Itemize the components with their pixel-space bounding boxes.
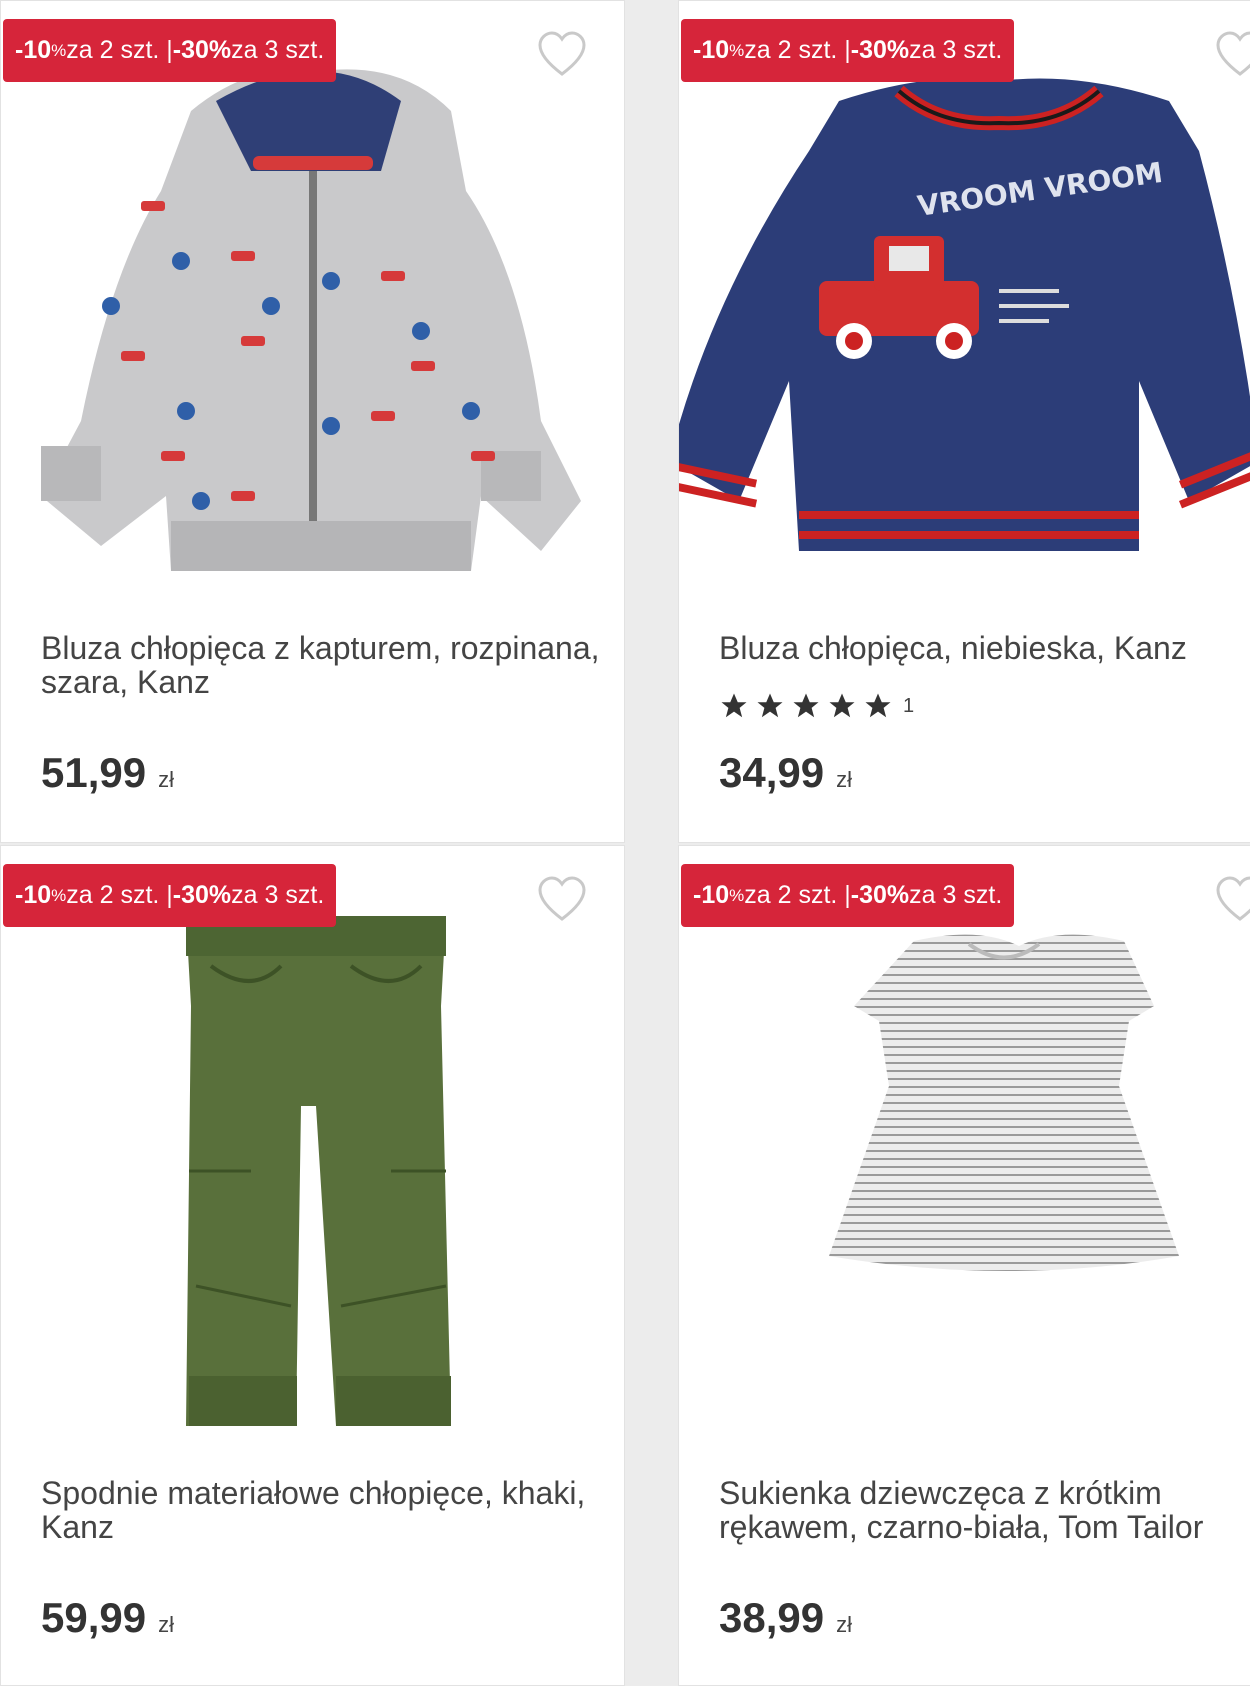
rating-count: 1 bbox=[903, 694, 915, 717]
heart-outline-icon[interactable] bbox=[1214, 29, 1250, 79]
star-icon bbox=[829, 693, 855, 718]
product-price: 38,99 zł bbox=[719, 1594, 852, 1641]
product-card[interactable]: -10% za 2 szt. | -30% za 3 szt. bbox=[0, 0, 625, 843]
star-icon bbox=[793, 693, 819, 718]
product-grid: -10% za 2 szt. | -30% za 3 szt. Bluza ch… bbox=[0, 0, 1250, 1686]
promo-badge: -10% za 2 szt. | -30% za 3 szt. bbox=[681, 19, 1015, 82]
star-icon bbox=[721, 693, 747, 718]
product-card[interactable]: -10% za 2 szt. | -30% za 3 szt. Spodnie … bbox=[0, 845, 625, 1686]
promo-badge: -10% za 2 szt. | -30% za 3 szt. bbox=[3, 864, 337, 927]
heart-outline-icon[interactable] bbox=[536, 29, 588, 79]
star-icon bbox=[865, 693, 891, 718]
promo-badge: -10% za 2 szt. | -30% za 3 szt. bbox=[681, 864, 1015, 927]
heart-outline-icon[interactable] bbox=[536, 874, 588, 924]
product-image[interactable] bbox=[1, 886, 624, 1446]
promo-badge: -10% za 2 szt. | -30% za 3 szt. bbox=[3, 19, 337, 82]
product-image[interactable] bbox=[1, 41, 624, 601]
star-icon bbox=[757, 693, 783, 718]
product-image[interactable]: VROOM VROOM bbox=[679, 41, 1250, 601]
product-title[interactable]: Bluza chłopięca, niebieska, Kanz bbox=[719, 631, 1250, 665]
product-card[interactable]: -10% za 2 szt. | -30% za 3 szt. Sukienka… bbox=[678, 845, 1250, 1686]
product-card[interactable]: -10% za 2 szt. | -30% za 3 szt. bbox=[678, 0, 1250, 843]
product-price: 34,99 zł bbox=[719, 749, 852, 796]
product-image[interactable] bbox=[679, 886, 1250, 1446]
product-title[interactable]: Sukienka dziewczęca z krótkim rękawem, c… bbox=[719, 1476, 1250, 1544]
product-title[interactable]: Bluza chłopięca z kapturem, rozpinana, s… bbox=[41, 631, 601, 699]
heart-outline-icon[interactable] bbox=[1214, 874, 1250, 924]
product-price: 59,99 zł bbox=[41, 1594, 174, 1641]
product-price: 51,99 zł bbox=[41, 749, 174, 796]
rating: 1 bbox=[719, 691, 914, 721]
product-title[interactable]: Spodnie materiałowe chłopięce, khaki, Ka… bbox=[41, 1476, 601, 1544]
